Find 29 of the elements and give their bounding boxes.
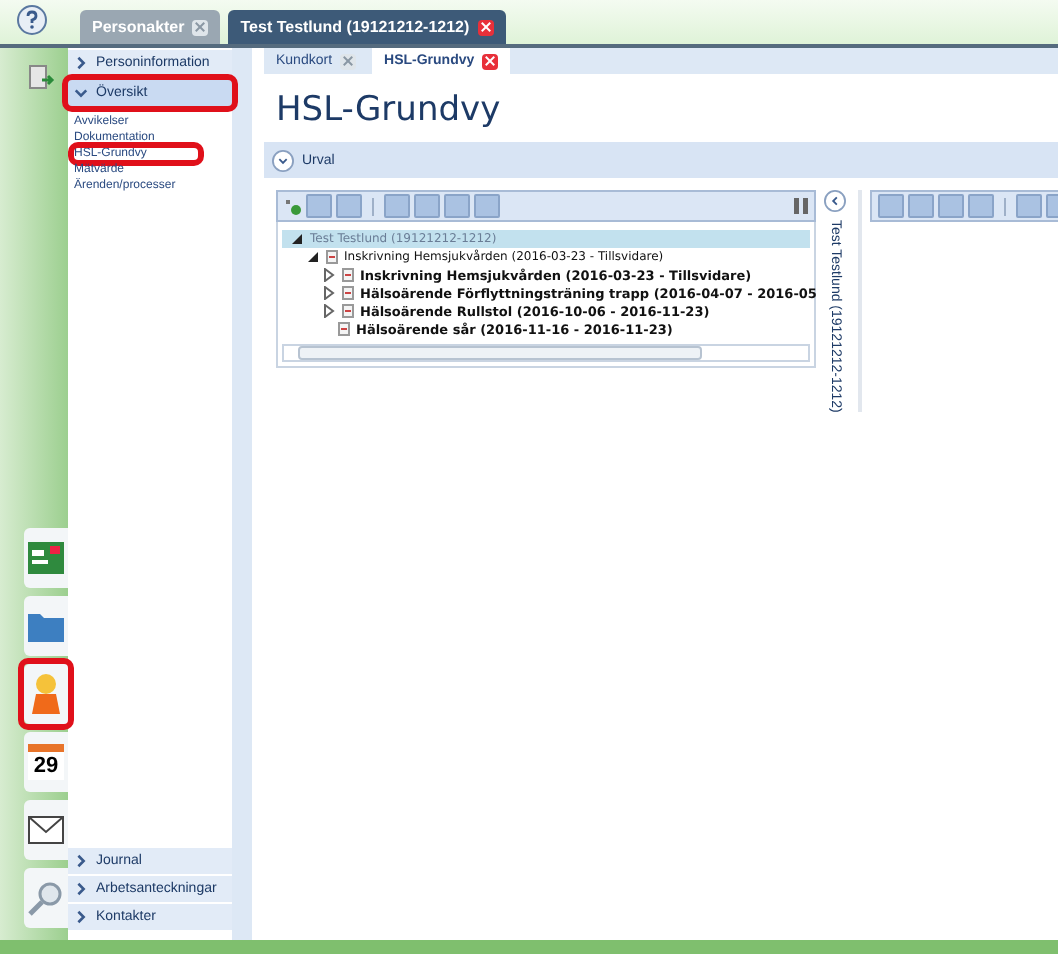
close-icon[interactable] [477,19,494,35]
chevron-down-icon[interactable] [272,149,294,171]
person-icon [30,672,62,716]
rail-button[interactable]: 29 [24,732,68,792]
chevron-down-icon [74,86,88,100]
pause-icon[interactable] [794,198,808,214]
help-icon[interactable] [16,4,48,36]
card-icon [28,542,64,574]
horizontal-scrollbar[interactable] [282,344,810,362]
page-title: HSL-Grundvy [274,88,503,134]
expanded-triangle-icon[interactable] [290,232,304,246]
document-icon [338,322,350,336]
rail-button[interactable] [24,800,68,860]
document-icon [342,304,354,318]
chevron-right-icon [74,56,88,70]
document-icon [342,286,354,300]
add-node-icon[interactable] [284,197,302,215]
magnifier-icon [28,880,64,916]
calendar-icon: 29 [28,744,64,780]
rail-button[interactable] [24,528,68,588]
close-icon[interactable] [482,53,499,69]
folder-icon [28,610,64,642]
expanded-triangle-icon[interactable] [306,250,320,264]
document-icon [326,250,338,264]
window-tab[interactable]: Test Testlund (19121212-1212) [228,10,506,44]
collapse-left-icon[interactable] [824,190,846,212]
document-icon [342,268,354,282]
document-arrow-icon[interactable] [28,64,56,92]
envelope-icon [28,816,64,844]
